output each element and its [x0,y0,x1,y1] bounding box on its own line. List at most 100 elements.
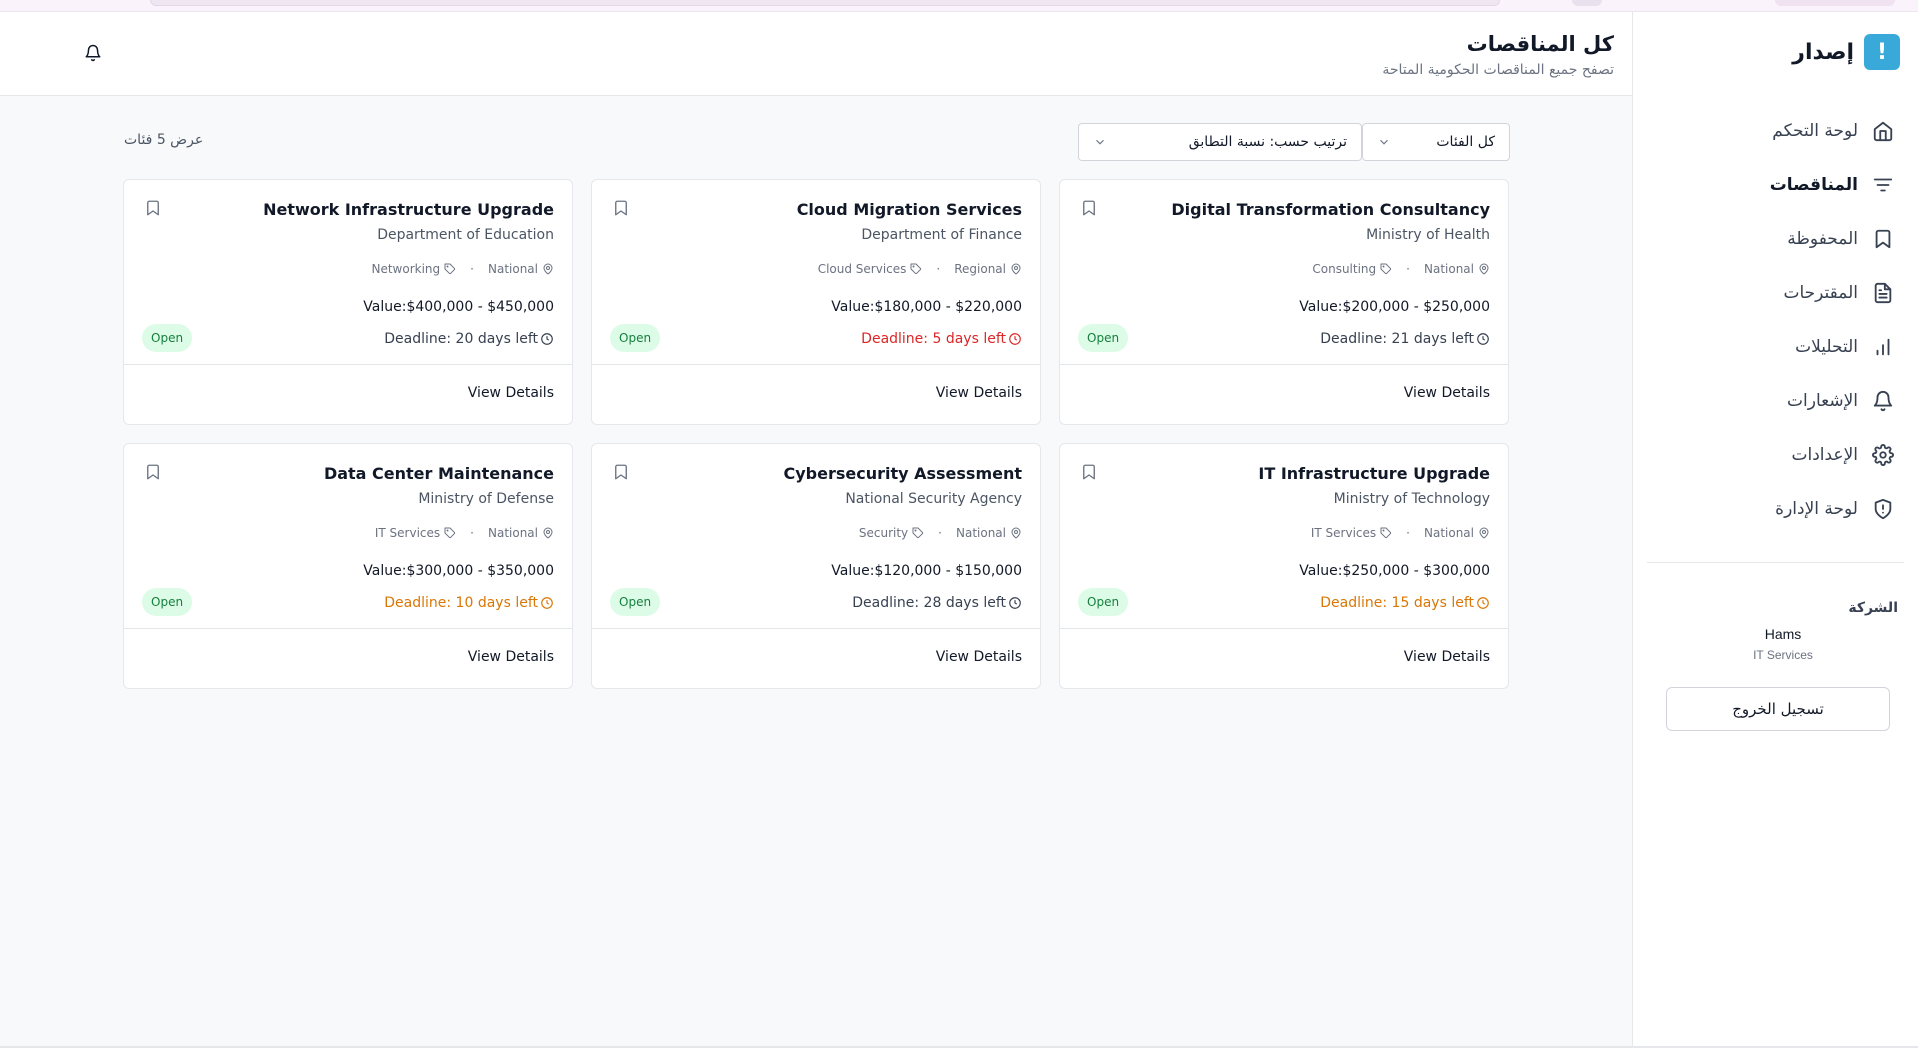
tender-deadline: Deadline: 20 days left [384,331,554,347]
sidebar-item-label: المحفوظة [1787,229,1858,249]
separator-dot: · [470,526,474,540]
sidebar-item-dashboard[interactable]: لوحة التحكم [1656,104,1896,158]
tender-department: Ministry of Health [1366,227,1490,243]
tender-tags: Cloud Services · Regional [818,262,1022,276]
clock-icon [1009,333,1021,345]
tender-value: Value:$120,000 - $150,000 [831,563,1022,579]
status-badge: Open [1078,324,1129,352]
category-select-value: كل الفئات [1436,134,1495,150]
status-badge: Open [610,324,661,352]
tender-value: Value:$180,000 - $220,000 [831,299,1022,315]
tender-scope: National [487,262,538,276]
tender-deadline-text: Deadline: 10 days left [384,595,538,611]
tender-category: Security [858,526,909,540]
status-badge: Open [610,588,661,616]
sidebar-item-label: المناقصات [1769,175,1858,195]
tender-category: Consulting [1312,262,1377,276]
brand[interactable]: ! إصدار [1792,34,1900,70]
view-details-button[interactable]: View Details [1404,649,1490,665]
tender-tags: IT Services · National [375,526,554,540]
sidebar-item-label: الإعدادات [1791,445,1858,465]
page-subtitle: تصفح جميع المناقصات الحكومية المتاحة [1382,62,1614,78]
view-details-button[interactable]: View Details [936,385,1022,401]
tender-card: IT Infrastructure Upgrade Ministry of Te… [1059,443,1509,689]
bookmark-icon[interactable] [1080,462,1100,484]
tender-title: IT Infrastructure Upgrade [1258,464,1490,483]
tag-icon [444,527,456,539]
view-details-button[interactable]: View Details [936,649,1022,665]
tender-department: Department of Finance [861,227,1022,243]
sidebar: ! إصدار لوحة التحكم المناقصات المحفوظة ا… [1632,12,1918,1046]
chevron-down-icon [1096,139,1104,145]
bookmark-icon[interactable] [612,198,632,220]
clock-icon [1009,597,1021,609]
bookmark-icon[interactable] [612,462,632,484]
sidebar-item-label: التحليلات [1795,337,1858,357]
company-label: الشركة [1848,600,1898,616]
sidebar-item-saved[interactable]: المحفوظة [1656,212,1896,266]
tag-icon [1380,263,1392,275]
notifications-bell-icon[interactable] [84,44,106,66]
separator-dot: · [936,262,941,276]
tender-deadline-text: Deadline: 20 days left [384,331,538,347]
bar-chart-icon [1870,334,1896,360]
brand-logo-icon: ! [1864,34,1900,70]
filter-icon [1870,172,1896,198]
tender-card: Digital Transformation Consultancy Minis… [1059,179,1509,425]
tender-deadline-text: Deadline: 21 days left [1320,331,1474,347]
tender-scope: National [955,526,1006,540]
bookmark-icon[interactable] [144,462,164,484]
map-pin-icon [543,263,553,275]
sidebar-item-proposals[interactable]: المقترحات [1656,266,1896,320]
tender-title: Data Center Maintenance [323,464,554,483]
separator-dot: · [938,526,942,540]
sidebar-item-tenders[interactable]: المناقصات [1656,158,1896,212]
tender-card-footer: View Details [124,364,572,424]
sidebar-item-analytics[interactable]: التحليلات [1656,320,1896,374]
header-titles: كل المناقصات تصفح جميع المناقصات الحكومي… [1382,32,1614,78]
bookmark-icon[interactable] [144,198,164,220]
document-icon [1870,280,1896,306]
tender-category: Networking [371,262,441,276]
map-pin-icon [1011,263,1021,275]
browser-top-strip [0,0,1918,12]
sidebar-item-label: الإشعارات [1787,391,1858,411]
tender-card-body: IT Infrastructure Upgrade Ministry of Te… [1060,444,1508,630]
tender-scope: National [1423,262,1474,276]
view-details-button[interactable]: View Details [468,385,554,401]
view-details-button[interactable]: View Details [1404,385,1490,401]
tender-tags: IT Services · National [1311,526,1490,540]
sidebar-item-notifications[interactable]: الإشعارات [1656,374,1896,428]
sidebar-item-settings[interactable]: الإعدادات [1656,428,1896,482]
separator-dot: · [470,262,474,276]
sidebar-item-label: لوحة الإدارة [1775,499,1858,519]
tender-scope: National [487,526,538,540]
tender-deadline: Deadline: 5 days left [861,331,1022,347]
sidebar-divider [1647,562,1904,563]
chevron-down-icon [1380,139,1388,145]
separator-dot: · [1406,526,1410,540]
tag-icon [910,263,922,275]
extension-edge [1775,0,1895,6]
tender-scope: Regional [954,262,1006,276]
tender-department: Ministry of Defense [418,491,554,507]
category-select[interactable]: كل الفئات [1362,123,1510,161]
company-name: Hams [1764,626,1802,642]
tag-icon [912,527,924,539]
tender-card-footer: View Details [592,628,1040,688]
results-count: عرض 5 فئات [124,132,204,148]
sidebar-item-admin[interactable]: لوحة الإدارة [1656,482,1896,536]
view-details-button[interactable]: View Details [468,649,554,665]
bookmark-icon[interactable] [1080,198,1100,220]
logout-button[interactable]: تسجيل الخروج [1666,687,1890,731]
map-pin-icon [1479,527,1489,539]
tender-card: Data Center Maintenance Ministry of Defe… [123,443,573,689]
tender-value: Value:$200,000 - $250,000 [1299,299,1490,315]
tag-icon [444,263,456,275]
tender-card-footer: View Details [1060,364,1508,424]
profile-edge [1572,0,1602,6]
page-title: كل المناقصات [1466,32,1614,56]
tender-department: Ministry of Technology [1333,491,1490,507]
sort-select[interactable]: ترتيب حسب: نسبة التطابق [1078,123,1362,161]
status-badge: Open [142,324,193,352]
